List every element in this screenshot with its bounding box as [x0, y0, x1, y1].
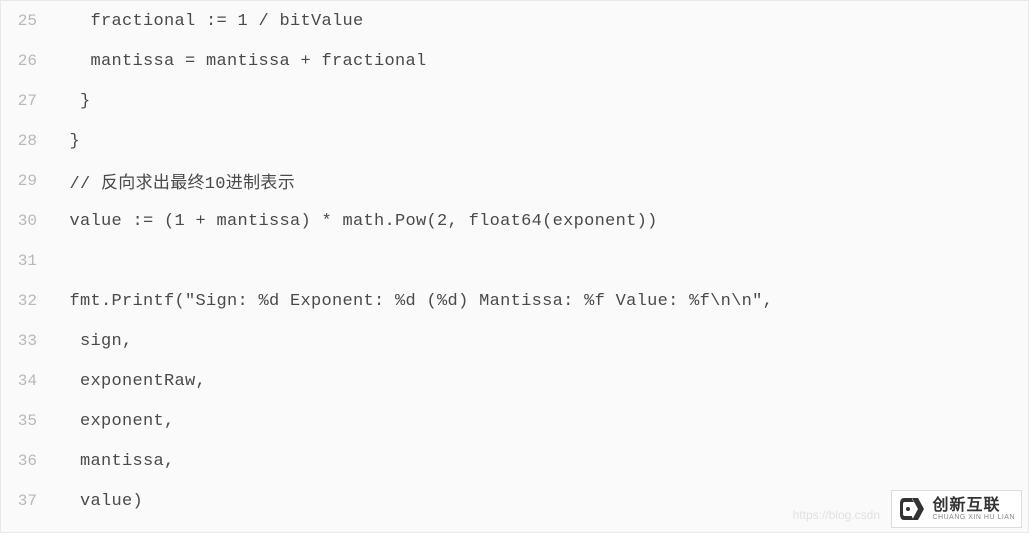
line-number: 26 [1, 41, 51, 81]
code-line: 35 exponent, [1, 401, 1028, 441]
code-line: 32 fmt.Printf("Sign: %d Exponent: %d (%d… [1, 281, 1028, 321]
watermark-logo: 创新互联 CHUANG XIN HU LIAN [891, 490, 1022, 528]
logo-sub-text: CHUANG XIN HU LIAN [932, 514, 1015, 521]
line-number: 25 [1, 1, 51, 41]
code-line: 36 mantissa, [1, 441, 1028, 481]
code-block: 25 fractional := 1 / bitValue 26 mantiss… [1, 1, 1028, 521]
line-number: 37 [1, 481, 51, 521]
line-content: value) [51, 481, 1028, 521]
line-content: fractional := 1 / bitValue [51, 1, 1028, 41]
line-number: 36 [1, 441, 51, 481]
code-line: 25 fractional := 1 / bitValue [1, 1, 1028, 41]
line-number: 29 [1, 161, 51, 201]
line-content: sign, [51, 321, 1028, 361]
line-number: 31 [1, 241, 51, 281]
code-line: 29 // 反向求出最终10进制表示 [1, 161, 1028, 201]
line-content: } [51, 81, 1028, 121]
line-content: exponentRaw, [51, 361, 1028, 401]
line-number: 33 [1, 321, 51, 361]
line-number: 35 [1, 401, 51, 441]
code-line: 27 } [1, 81, 1028, 121]
line-content: mantissa = mantissa + fractional [51, 41, 1028, 81]
line-content: } [51, 121, 1028, 161]
code-line: 33 sign, [1, 321, 1028, 361]
line-content: value := (1 + mantissa) * math.Pow(2, fl… [51, 201, 1028, 241]
line-content: exponent, [51, 401, 1028, 441]
company-logo-icon [898, 494, 928, 524]
line-number: 27 [1, 81, 51, 121]
code-line: 28 } [1, 121, 1028, 161]
line-content: fmt.Printf("Sign: %d Exponent: %d (%d) M… [51, 281, 1028, 321]
line-number: 34 [1, 361, 51, 401]
line-content [51, 241, 1028, 281]
code-line: 31 [1, 241, 1028, 281]
line-content: mantissa, [51, 441, 1028, 481]
code-line: 26 mantissa = mantissa + fractional [1, 41, 1028, 81]
line-number: 32 [1, 281, 51, 321]
code-line: 30 value := (1 + mantissa) * math.Pow(2,… [1, 201, 1028, 241]
logo-main-text: 创新互联 [932, 498, 1015, 514]
line-content: // 反向求出最终10进制表示 [51, 161, 1028, 201]
watermark-url: https://blog.csdn [793, 508, 880, 522]
code-line: 34 exponentRaw, [1, 361, 1028, 401]
logo-text-group: 创新互联 CHUANG XIN HU LIAN [932, 498, 1015, 521]
line-number: 28 [1, 121, 51, 161]
line-number: 30 [1, 201, 51, 241]
